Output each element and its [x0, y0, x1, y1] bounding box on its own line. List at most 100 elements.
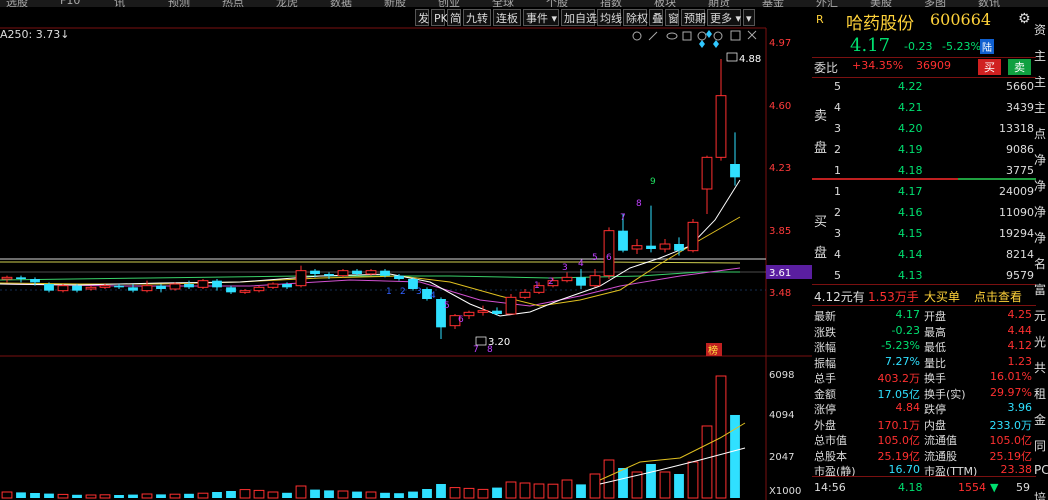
high-annotation: 4.88: [739, 54, 761, 65]
market-flag: R: [816, 13, 824, 26]
last-price: 4.17: [850, 35, 891, 56]
volume-scale-label: X1000: [769, 486, 802, 497]
volume-bar: [646, 463, 656, 498]
volume-bar: [44, 493, 54, 498]
buy-button[interactable]: 买: [978, 59, 1001, 75]
toolbar-button[interactable]: 简: [447, 9, 461, 26]
seq-marker: 7: [473, 345, 479, 355]
settings-icon[interactable]: [632, 31, 642, 41]
stat-value: 1.23: [1007, 354, 1033, 368]
toolbar-button[interactable]: 均线: [597, 9, 622, 26]
chart-tool-icons[interactable]: [632, 30, 757, 41]
toolbar-button[interactable]: 发: [415, 9, 429, 26]
draw-line-icon[interactable]: [648, 31, 658, 41]
candle-body: [114, 285, 124, 288]
toolbar-button[interactable]: 叠: [649, 9, 663, 26]
bids-level-row[interactable]: 3 4.15 19294: [812, 226, 1036, 244]
candle-body: [687, 221, 699, 252]
expand-icon[interactable]: [730, 30, 741, 41]
volume-bar: [547, 483, 559, 499]
candle-body: [128, 287, 138, 291]
volume-bar: [380, 492, 390, 498]
asks-level-row[interactable]: 3 4.20 13318: [812, 121, 1036, 139]
side-panel-label: 租: [1034, 387, 1047, 401]
volume-bar: [30, 492, 40, 498]
bids-level-row[interactable]: 2 4.16 11090: [812, 205, 1036, 223]
toolbar-button[interactable]: 加自选: [561, 9, 597, 26]
seq-marker: 7: [620, 213, 626, 223]
topnav-item[interactable]: 多图: [924, 0, 946, 7]
asks-price: 4.21: [898, 101, 923, 114]
volume-bar: [267, 491, 279, 499]
candle-body: [618, 230, 628, 251]
bids-level-row[interactable]: 1 4.17 24009: [812, 184, 1036, 202]
sequence-markers: 1 2 3 4 5 6 7 8 1 2 3 4 5 6 7 8 9: [386, 177, 656, 355]
toolbar-button[interactable]: 预期: [681, 9, 706, 26]
bids-level: 5: [834, 269, 841, 282]
candle-body: [701, 156, 713, 190]
seq-marker: 2: [548, 277, 554, 287]
side-panel-label: 净: [1034, 205, 1047, 219]
asks-level: 1: [834, 164, 841, 177]
low-marker: [475, 336, 487, 346]
side-panel-label: 净: [1034, 153, 1047, 167]
zoom-out-icon[interactable]: [713, 31, 723, 41]
asks-level: 5: [834, 80, 841, 93]
candle-body: [99, 285, 111, 288]
stat-value: -5.23%: [881, 339, 920, 352]
side-panel-label: 培: [1034, 491, 1047, 500]
lock-icon[interactable]: [682, 31, 692, 41]
candle-body: [267, 283, 279, 288]
candle-body: [365, 270, 377, 275]
volume-bar: [57, 493, 69, 499]
quote-panel: R 哈药股份 600664 ⚙ 4.17 -0.23 -5.23% 陆 委比 +…: [812, 7, 1036, 500]
price-scale-label: 4.97: [769, 38, 792, 49]
toolbar-button[interactable]: 事件 ▾: [523, 9, 559, 26]
volume-bar: [701, 425, 713, 499]
topnav-item[interactable]: 美股: [870, 0, 892, 7]
tick-time: 14:56: [814, 481, 846, 494]
price-candles: [1, 59, 740, 339]
ma5-line: [0, 179, 741, 317]
volume-bar: [197, 492, 209, 499]
stat-row: 市盈(静) 16.70 市盈(TTM) 23.38: [812, 462, 1036, 480]
exchange-badge: 陆: [980, 39, 994, 54]
stat-value: 29.97%: [990, 385, 1032, 399]
asks-level-row[interactable]: 5 4.22 5660: [812, 79, 1036, 97]
big-order-link[interactable]: 点击查看: [974, 288, 1022, 305]
asks-level-row[interactable]: 2 4.19 9086: [812, 142, 1036, 160]
ma-indicator-label: A250: 3.73↓: [0, 28, 70, 41]
stat-value: 7.27%: [885, 354, 920, 368]
volume-bar: [72, 494, 82, 498]
asks-vol: 13318: [999, 122, 1034, 135]
toolbar-button[interactable]: 除权: [623, 9, 648, 26]
asks-level-row[interactable]: 4 4.21 3439: [812, 100, 1036, 118]
settings-icon[interactable]: ⚙: [1018, 11, 1031, 27]
candlestick-chart[interactable]: 3.61 4.88 3.20 榜 1 2 3 4 5 6 7 8 1 2 3 4…: [0, 0, 812, 500]
candle-body: [212, 280, 222, 288]
candle-body: [85, 286, 97, 290]
toolbar-button[interactable]: 九转: [463, 9, 491, 26]
bids-level-row[interactable]: 4 4.14 8214: [812, 247, 1036, 265]
toolbar-button[interactable]: 窗: [665, 9, 679, 26]
topnav-item[interactable]: 外汇: [816, 0, 838, 7]
volume-bar: [253, 489, 265, 499]
bids-price: 4.13: [898, 269, 923, 282]
bids-vol: 19294: [999, 227, 1034, 240]
volume-bar: [561, 479, 573, 499]
candle-body: [282, 284, 292, 288]
zoom-in-icon[interactable]: [697, 31, 707, 41]
toolbar-expand-icon[interactable]: ▾: [743, 9, 755, 26]
asks-price: 4.22: [898, 80, 923, 93]
eye-icon[interactable]: [666, 32, 678, 40]
sell-button[interactable]: 卖: [1008, 59, 1031, 75]
toolbar-button[interactable]: 更多 ▾: [707, 9, 741, 26]
tick-row: 14:56 4.18 1554 ▼ 59: [812, 480, 1036, 498]
big-order-amount: 1.53万手: [868, 290, 919, 304]
toolbar-button[interactable]: 连板: [493, 9, 521, 26]
candle-body: [519, 291, 531, 298]
toolbar-button[interactable]: PK: [431, 9, 448, 26]
seq-marker: 3: [562, 263, 568, 273]
topnav-item[interactable]: 数讯: [978, 0, 1000, 7]
big-order-row[interactable]: 4.12元有 1.53万手 大买单 点击查看: [812, 287, 1036, 305]
